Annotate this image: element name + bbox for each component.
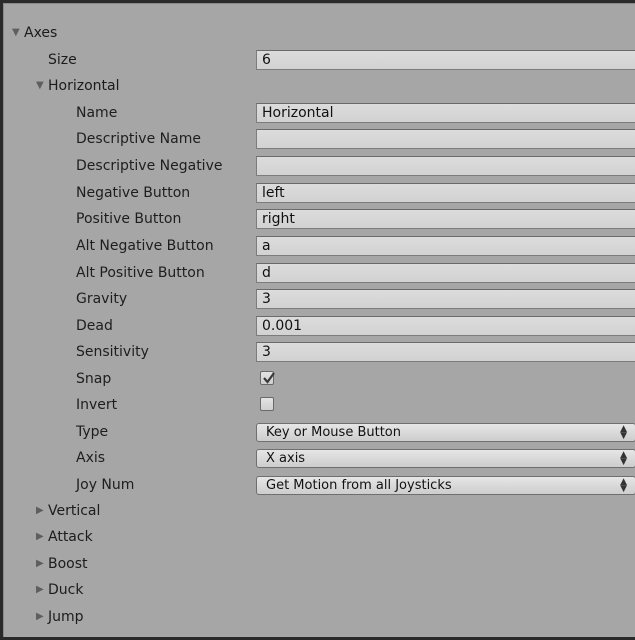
triangle-right-icon[interactable]: ▶	[36, 605, 48, 629]
positive-button-label: Positive Button	[76, 211, 182, 227]
attack-foldout[interactable]: ▶ Attack	[36, 525, 93, 549]
field-row-dead: Dead 0.001	[4, 314, 635, 338]
boost-foldout[interactable]: ▶ Boost	[36, 552, 88, 576]
size-row: Size 6	[4, 48, 635, 72]
gravity-field[interactable]: 3	[256, 289, 635, 309]
axes-label: Axes	[24, 25, 58, 41]
duck-foldout[interactable]: ▶ Duck	[36, 578, 83, 602]
field-row-descriptive-negative: Descriptive Negative	[4, 154, 635, 178]
alt-positive-button-label: Alt Positive Button	[76, 265, 205, 281]
gravity-label: Gravity	[76, 291, 128, 307]
triangle-right-icon[interactable]: ▶	[36, 525, 48, 549]
axis-dropdown[interactable]: X axis ▲ ▼	[256, 449, 635, 468]
name-field[interactable]: Horizontal	[256, 103, 635, 123]
horizontal-label: Horizontal	[48, 78, 120, 94]
updown-arrows-icon: ▲ ▼	[620, 450, 627, 467]
joy-num-row: Joy Num Get Motion from all Joysticks ▲ ▼	[4, 473, 635, 497]
name-label: Name	[76, 105, 118, 121]
snap-checkbox[interactable]	[260, 371, 275, 385]
duck-label: Duck	[48, 582, 84, 598]
joy-num-dropdown[interactable]: Get Motion from all Joysticks ▲ ▼	[256, 476, 635, 495]
field-row-sensitivity: Sensitivity 3	[4, 340, 635, 364]
jump-label: Jump	[48, 609, 84, 625]
field-row-name: Name Horizontal	[4, 101, 635, 125]
updown-arrows-icon: ▲ ▼	[620, 424, 627, 441]
triangle-down-icon[interactable]: ▼	[12, 21, 24, 45]
triangle-right-icon[interactable]: ▶	[36, 578, 48, 602]
field-row-gravity: Gravity 3	[4, 287, 635, 311]
field-row-negative-button: Negative Button left	[4, 181, 635, 205]
invert-label: Invert	[76, 397, 118, 413]
dead-field[interactable]: 0.001	[256, 316, 635, 336]
joy-num-value: Get Motion from all Joysticks	[266, 478, 452, 493]
alt-positive-button-field[interactable]: d	[256, 263, 635, 283]
joy-num-label: Joy Num	[76, 477, 135, 493]
triangle-down-icon[interactable]: ▼	[36, 74, 48, 98]
alt-negative-button-label: Alt Negative Button	[76, 238, 214, 254]
field-row-positive-button: Positive Button right	[4, 207, 635, 231]
updown-arrows-icon: ▲ ▼	[620, 477, 627, 494]
type-value: Key or Mouse Button	[266, 425, 401, 440]
negative-button-label: Negative Button	[76, 185, 191, 201]
invert-checkbox[interactable]	[260, 397, 274, 411]
type-row: Type Key or Mouse Button ▲ ▼	[4, 420, 635, 444]
triangle-right-icon[interactable]: ▶	[36, 499, 48, 523]
sensitivity-field[interactable]: 3	[256, 342, 635, 362]
vertical-label: Vertical	[48, 503, 101, 519]
size-field[interactable]: 6	[256, 50, 635, 70]
size-label: Size	[48, 52, 77, 68]
checkmark-icon	[263, 372, 275, 384]
axis-row: Axis X axis ▲ ▼	[4, 446, 635, 470]
snap-row: Snap	[4, 367, 635, 391]
boost-label: Boost	[48, 556, 88, 572]
descriptive-name-field[interactable]	[256, 129, 635, 149]
axis-label: Axis	[76, 450, 106, 466]
descriptive-negative-field[interactable]	[256, 156, 635, 176]
inspector-panel: ▼ Axes Size 6 ▼ Horizontal Name Horizontal…	[3, 3, 635, 637]
invert-row: Invert	[4, 393, 635, 417]
snap-label: Snap	[76, 371, 112, 387]
jump-foldout[interactable]: ▶ Jump	[36, 605, 84, 629]
positive-button-field[interactable]: right	[256, 209, 635, 229]
field-row-alt-positive-button: Alt Positive Button d	[4, 261, 635, 285]
vertical-foldout[interactable]: ▶ Vertical	[36, 499, 100, 523]
negative-button-field[interactable]: left	[256, 183, 635, 203]
type-label: Type	[76, 424, 109, 440]
horizontal-foldout[interactable]: ▼ Horizontal	[36, 74, 119, 98]
axis-value: X axis	[266, 451, 306, 466]
attack-label: Attack	[48, 529, 93, 545]
field-row-alt-negative-button: Alt Negative Button a	[4, 234, 635, 258]
descriptive-negative-label: Descriptive Negative	[76, 158, 223, 174]
sensitivity-label: Sensitivity	[76, 344, 149, 360]
axes-foldout[interactable]: ▼ Axes	[12, 21, 57, 45]
descriptive-name-label: Descriptive Name	[76, 131, 201, 147]
field-row-descriptive-name: Descriptive Name	[4, 127, 635, 151]
dead-label: Dead	[76, 318, 113, 334]
triangle-right-icon[interactable]: ▶	[36, 552, 48, 576]
alt-negative-button-field[interactable]: a	[256, 236, 635, 256]
type-dropdown[interactable]: Key or Mouse Button ▲ ▼	[256, 423, 635, 442]
